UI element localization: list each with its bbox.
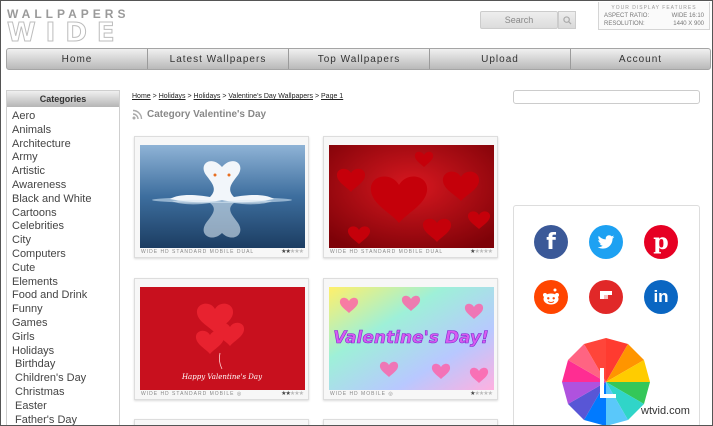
rss-icon	[132, 109, 143, 120]
breadcrumb-page[interactable]: Page 1	[321, 93, 343, 100]
wallpaper-tags: WIDE HD STANDARD MOBILE DUAL	[330, 249, 444, 255]
category-item-celebrities[interactable]: Celebrities	[12, 220, 119, 234]
breadcrumb-home[interactable]: Home	[132, 93, 151, 100]
wallpaper-caption: Valentine's Day!	[333, 328, 489, 348]
nav-latest-wallpapers[interactable]: Latest Wallpapers	[148, 49, 289, 69]
wallpaper-card[interactable]: WIDE HD STANDARD MOBILE DUAL ★★★★★	[323, 136, 498, 258]
category-item-city[interactable]: City	[12, 234, 119, 248]
nav-top-wallpapers[interactable]: Top Wallpapers	[289, 49, 430, 69]
breadcrumb-valentines[interactable]: Valentine's Day Wallpapers	[228, 93, 313, 100]
categories-sidebar: Categories Aero Animals Architecture Arm…	[6, 90, 120, 425]
search-icon	[562, 15, 572, 25]
nav-account[interactable]: Account	[571, 49, 710, 69]
wallpaper-thumbnail[interactable]	[329, 145, 494, 248]
category-item-food-and-drink[interactable]: Food and Drink	[12, 289, 119, 303]
wallpaper-tags: WIDE HD MOBILE ◎	[330, 391, 394, 397]
subcategory-item-birthday[interactable]: Birthday	[12, 358, 119, 372]
wallpaper-card[interactable]	[134, 419, 309, 425]
breadcrumb: Home > Holidays > Holidays > Valentine's…	[132, 93, 343, 100]
breadcrumb-separator: >	[187, 93, 192, 100]
rating-stars: ★★★★★	[470, 249, 493, 255]
pinterest-icon[interactable]: p	[644, 225, 678, 259]
category-item-cute[interactable]: Cute	[12, 262, 119, 276]
subcategory-item-christmas[interactable]: Christmas	[12, 386, 119, 400]
breadcrumb-separator: >	[152, 93, 157, 100]
nav-home[interactable]: Home	[7, 49, 148, 69]
wallpaper-tags: WIDE HD STANDARD MOBILE DUAL	[141, 249, 255, 255]
search-button[interactable]	[558, 11, 576, 29]
category-item-funny[interactable]: Funny	[12, 303, 119, 317]
subcategory-item-fathers-day[interactable]: Father's Day	[12, 414, 119, 425]
category-item-elements[interactable]: Elements	[12, 276, 119, 290]
category-item-black-and-white[interactable]: Black and White	[12, 193, 119, 207]
search-input[interactable]: Search	[480, 11, 558, 29]
main-nav: Home Latest Wallpapers Top Wallpapers Up…	[6, 48, 711, 70]
display-features-heading: YOUR DISPLAY FEATURES	[611, 5, 697, 11]
wallpaper-tags: WIDE HD STANDARD MOBILE ◎	[141, 391, 243, 397]
breadcrumb-holidays[interactable]: Holidays	[159, 93, 186, 100]
social-share-panel: f p in	[513, 205, 700, 425]
breadcrumb-separator: >	[314, 93, 320, 100]
watermark: wtvid.com	[641, 405, 690, 417]
rating-stars: ★★★★★	[470, 391, 493, 397]
categories-heading: Categories	[7, 91, 119, 107]
twitter-icon[interactable]	[589, 225, 623, 259]
wallpaper-thumbnail[interactable]	[140, 145, 305, 248]
category-item-holidays[interactable]: Holidays	[12, 345, 119, 359]
subcategory-item-childrens-day[interactable]: Children's Day	[12, 372, 119, 386]
rating-stars: ★★★★★	[281, 249, 304, 255]
category-list: Aero Animals Architecture Army Artistic …	[7, 107, 119, 425]
breadcrumb-holidays-sub[interactable]: Holidays	[194, 93, 221, 100]
wallpaper-card[interactable]: Happy Valentine's Day WIDE HD STANDARD M…	[134, 278, 309, 400]
facebook-icon[interactable]: f	[534, 225, 568, 259]
color-wheel-logo	[562, 338, 650, 425]
wallpaper-card[interactable]: WIDE HD STANDARD MOBILE DUAL ★★★★★	[134, 136, 309, 258]
aspect-ratio-label: ASPECT RATIO:	[604, 13, 650, 19]
display-features-panel: YOUR DISPLAY FEATURES ASPECT RATIO: WIDE …	[598, 2, 710, 30]
resolution-value: 1440 X 900	[673, 21, 704, 27]
category-item-cartoons[interactable]: Cartoons	[12, 207, 119, 221]
nav-upload[interactable]: Upload	[430, 49, 571, 69]
wallpaper-thumbnail[interactable]: Valentine's Day!	[329, 287, 494, 390]
wallpaper-card[interactable]: Valentine's Day! WIDE HD MOBILE ◎ ★★★★★	[323, 278, 498, 400]
subcategory-item-easter[interactable]: Easter	[12, 400, 119, 414]
wallpaper-thumbnail[interactable]: Happy Valentine's Day	[140, 287, 305, 390]
category-item-awareness[interactable]: Awareness	[12, 179, 119, 193]
resolution-label: RESOLUTION:	[604, 21, 645, 27]
category-item-animals[interactable]: Animals	[12, 124, 119, 138]
category-item-architecture[interactable]: Architecture	[12, 138, 119, 152]
category-item-artistic[interactable]: Artistic	[12, 165, 119, 179]
category-item-aero[interactable]: Aero	[12, 110, 119, 124]
reddit-icon[interactable]	[534, 280, 568, 314]
category-item-computers[interactable]: Computers	[12, 248, 119, 262]
category-item-girls[interactable]: Girls	[12, 331, 119, 345]
rating-stars: ★★★★★	[281, 391, 304, 397]
category-title: Category Valentine's Day	[132, 109, 266, 120]
page: WALLPAPERS WIDE Search YOUR DISPLAY FEAT…	[0, 0, 713, 426]
linkedin-icon[interactable]: in	[644, 280, 678, 314]
logo-line2: WIDE	[7, 18, 125, 48]
category-title-text: Category Valentine's Day	[147, 109, 267, 120]
wallpaper-card[interactable]	[323, 419, 498, 425]
flipboard-icon[interactable]	[589, 280, 623, 314]
right-search-bar[interactable]	[513, 90, 700, 104]
category-item-games[interactable]: Games	[12, 317, 119, 331]
aspect-ratio-value: WIDE 16:10	[671, 13, 704, 19]
site-logo[interactable]: WALLPAPERS WIDE	[7, 7, 167, 47]
category-item-army[interactable]: Army	[12, 151, 119, 165]
breadcrumb-separator: >	[222, 93, 227, 100]
wallpaper-caption: Happy Valentine's Day	[181, 373, 263, 381]
